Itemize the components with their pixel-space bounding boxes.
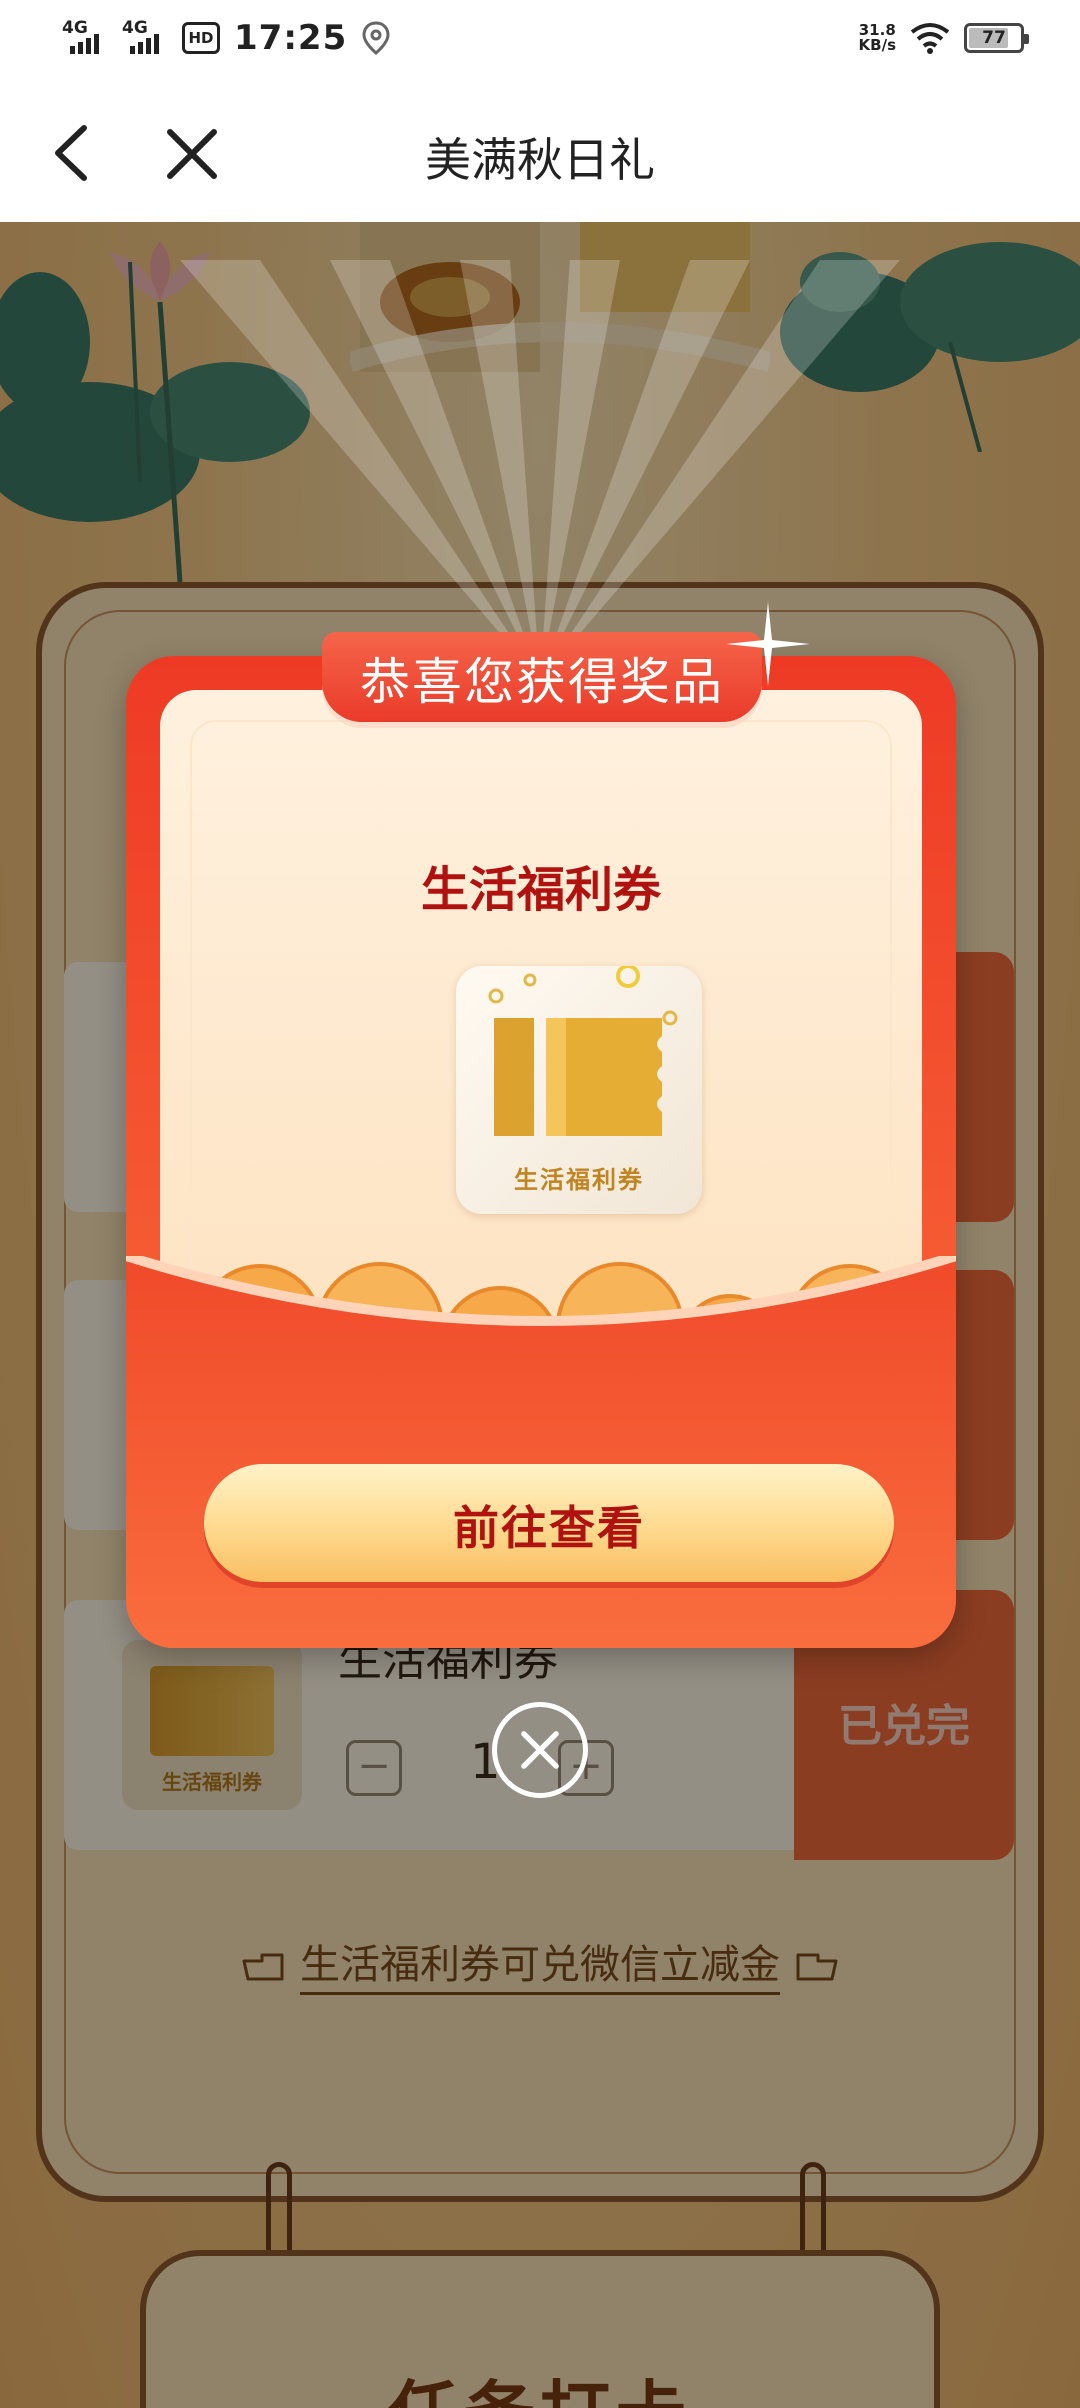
view-prize-button-label: 前往查看 <box>453 1501 645 1555</box>
prize-icon-label: 生活福利券 <box>514 1166 644 1194</box>
prize-name: 生活福利券 <box>420 862 661 918</box>
page-title: 美满秋日礼 <box>425 133 655 187</box>
sparkle-icon <box>726 602 810 686</box>
prize-modal: 生活福利券 生活福利券 恭喜您获得奖品 前往查看 <box>126 602 956 1648</box>
battery-icon: 77 <box>964 23 1029 53</box>
prize-ribbon-title: 恭喜您获得奖品 <box>360 653 724 711</box>
network-speed-unit: KB/s <box>858 36 896 54</box>
prize-ribbon: 恭喜您获得奖品 <box>322 632 762 722</box>
clock: 17:25 <box>234 18 348 58</box>
title-bar: 美满秋日礼 <box>0 84 1080 222</box>
status-left: 4G 4G HD 17:25 <box>62 18 391 58</box>
location-icon <box>362 21 390 55</box>
dismiss-icon[interactable] <box>492 1702 588 1798</box>
cell-signal-1: 4G <box>62 18 108 58</box>
wifi-icon <box>910 23 950 54</box>
view-prize-button[interactable]: 前往查看 <box>204 1464 894 1582</box>
status-bar: 4G 4G HD 17:25 31.8 KB/s 77 <box>0 0 1080 84</box>
status-right: 31.8 KB/s 77 <box>859 22 1029 54</box>
cell-signal-2: 4G <box>122 18 168 58</box>
prize-ticket-image: 生活福利券 <box>456 964 702 1214</box>
light-rays-decoration <box>180 260 900 680</box>
signal-bars-icon <box>70 34 99 54</box>
network-speed: 31.8 KB/s <box>859 23 896 53</box>
red-envelope-pocket <box>126 1256 956 1648</box>
battery-level: 77 <box>982 28 1006 48</box>
signal-bars-icon <box>130 34 159 54</box>
hd-badge: HD <box>182 22 220 54</box>
ticket-icon <box>488 964 678 1136</box>
